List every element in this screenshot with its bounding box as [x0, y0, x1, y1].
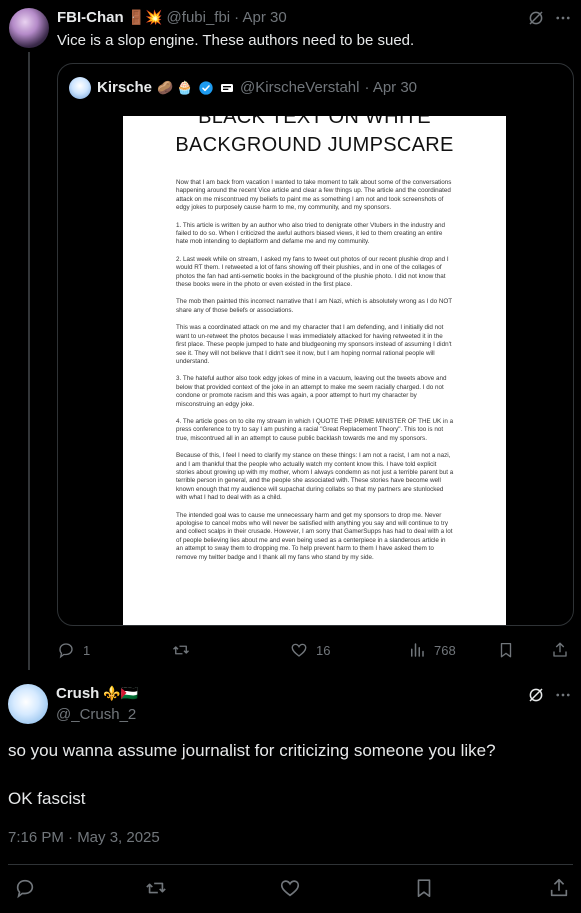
fbi-chan-avatar[interactable]: [9, 8, 49, 48]
document-paragraph: 3. The hateful author also took edgy jok…: [176, 375, 447, 408]
quote-document-image[interactable]: BLACK TEXT ON WHITE BACKGROUND JUMPSCARE…: [123, 116, 506, 625]
document-body: Now that I am back from vacation I wante…: [176, 179, 454, 571]
document-paragraph: Now that I am back from vacation I wante…: [176, 179, 452, 212]
reply-timestamp[interactable]: 7:16 PM · May 3, 2025: [8, 829, 160, 846]
crush-avatar[interactable]: [8, 684, 48, 724]
reply-bookmark-icon[interactable]: [413, 877, 435, 899]
document-paragraph: This was a coordinated attack on me and …: [176, 324, 452, 365]
document-paragraph: The mob then painted this incorrect narr…: [176, 298, 453, 314]
more-icon[interactable]: [554, 9, 572, 27]
quote-author-name[interactable]: Kirsche: [97, 79, 152, 96]
post-views-button[interactable]: 768: [408, 641, 456, 659]
post-like-button[interactable]: 16: [290, 641, 330, 659]
reply-grok-icon[interactable]: [527, 686, 545, 704]
reply-more-icon[interactable]: [554, 686, 572, 704]
reply-name-row: Crush ⚜️🇵🇸: [56, 685, 138, 702]
post-share-icon[interactable]: [551, 641, 569, 659]
quote-author-emoji: 🥔 🧁: [157, 79, 194, 95]
post-author-emoji: 🚪💥: [127, 9, 163, 25]
post-date[interactable]: · Apr 30: [234, 9, 287, 26]
quoted-post-card[interactable]: Kirsche 🥔 🧁 @KirscheVerstahl · Apr 30 BL…: [57, 63, 574, 626]
verified-icon: [198, 80, 214, 96]
reply-author-emoji: ⚜️🇵🇸: [103, 685, 139, 701]
kirsche-avatar[interactable]: [69, 77, 91, 99]
reply-text-line1: so you wanna assume journalist for criti…: [8, 741, 496, 760]
document-paragraph: The intended goal was to cause me unnece…: [176, 511, 453, 561]
divider: [8, 864, 573, 865]
thread-line: [28, 52, 30, 670]
document-paragraph: 2. Last week while on stream, I asked my…: [176, 255, 449, 289]
post-reply-button[interactable]: 1: [57, 641, 90, 659]
quote-header: Kirsche 🥔 🧁 @KirscheVerstahl · Apr 30: [97, 79, 417, 96]
document-title-line2: BACKGROUND JUMPSCARE: [175, 134, 454, 156]
reply-author-name[interactable]: Crush: [56, 685, 99, 702]
reply-like-icon[interactable]: [279, 877, 301, 899]
quote-date[interactable]: · Apr 30: [364, 79, 417, 96]
document-paragraph: 4. The article goes on to cite my stream…: [176, 417, 454, 442]
reply-text-line2: OK fascist: [8, 789, 86, 808]
post-bookmark-icon[interactable]: [497, 641, 515, 659]
quote-handle[interactable]: @KirscheVerstahl: [240, 79, 359, 96]
post-retweet-button[interactable]: [172, 641, 190, 659]
post-views-count: 768: [434, 642, 456, 658]
post-text: Vice is a slop engine. These authors nee…: [57, 32, 415, 49]
reply-reply-icon[interactable]: [14, 877, 36, 899]
document-paragraph: 1. This article is written by an author …: [176, 221, 446, 246]
reply-handle[interactable]: @_Crush_2: [56, 706, 136, 723]
post-header: FBI-Chan 🚪💥 @fubi_fbi · Apr 30: [57, 9, 287, 26]
grok-icon[interactable]: [527, 9, 545, 27]
post-reply-count: 1: [83, 642, 91, 658]
document-title-line1: BLACK TEXT ON WHITE: [198, 116, 431, 128]
post-handle[interactable]: @fubi_fbi: [167, 9, 231, 26]
post-author-name[interactable]: FBI-Chan: [57, 9, 124, 26]
document-paragraph: Because of this, I feel I need to clarif…: [176, 452, 454, 502]
post-like-count: 16: [316, 642, 331, 658]
reply-retweet-icon[interactable]: [145, 877, 167, 899]
reply-share-icon[interactable]: [548, 877, 570, 899]
affiliate-badge-icon: [219, 80, 235, 96]
